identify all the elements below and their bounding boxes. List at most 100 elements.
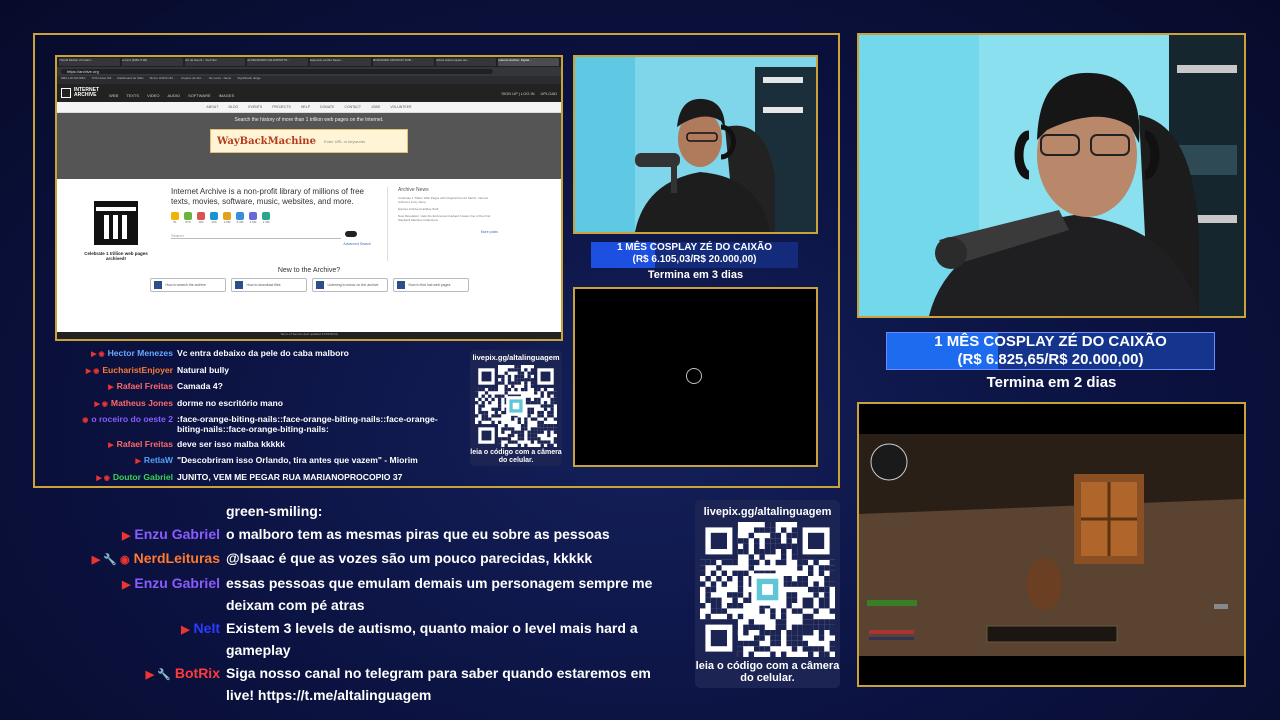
chat-username[interactable]: ▶ Enzu Gabriel xyxy=(0,572,226,617)
browser-tab[interactable]: ALTERNANDO DE ESPIRITO... xyxy=(247,58,308,66)
wayback-search-box[interactable]: WayBackMachine Enter URL or keywords xyxy=(210,129,408,153)
chat-username[interactable]: ▶ ◉ Hector Menezes xyxy=(40,348,177,360)
chat-username[interactable]: ▶ ◉ EucharistEnjoyer xyxy=(40,365,177,377)
ia-sub-donate[interactable]: DONATE xyxy=(320,105,334,109)
browser-tab[interactable]: Internet Archive: Digital... xyxy=(498,58,559,66)
bookmark-item[interactable]: TOS-Uniao Nili xyxy=(91,76,111,84)
chat-message-text: Existem 3 levels de autismo, quanto maio… xyxy=(226,619,638,659)
ia-nav-software[interactable]: SOFTWARE xyxy=(188,93,211,98)
ia-sub-about[interactable]: ABOUT xyxy=(206,105,218,109)
chat-username-text[interactable]: EucharistEnjoyer xyxy=(102,365,173,375)
chat-username-text[interactable]: Enzu Gabriel xyxy=(134,526,220,542)
chat-username[interactable]: ▶ 🔧 BotRix xyxy=(0,662,226,707)
ia-nav-images[interactable]: IMAGES xyxy=(219,93,235,98)
bookmark-item[interactable]: Dashboard de Stillo xyxy=(117,76,143,84)
chat-username[interactable]: ◉ o roceiro do oeste 2 xyxy=(40,414,177,434)
ia-sub-volunteer[interactable]: VOLUNTEER xyxy=(390,105,411,109)
media-type-icon[interactable]: 6.3M xyxy=(236,212,244,224)
chat-username[interactable]: ▶ Rafael Freitas xyxy=(40,381,177,393)
media-type-icon[interactable]: 184 xyxy=(197,212,205,224)
media-category-icon xyxy=(184,212,192,220)
help-card-label: How to search the archive xyxy=(165,283,206,287)
chat-message: ▶ ◉ Doutor Gabriel JUNITO, VEM ME PEGAR RU… xyxy=(40,472,460,484)
media-type-icon[interactable]: 4.9M xyxy=(249,212,257,224)
ia-logo[interactable]: INTERNET ARCHIVE xyxy=(61,88,99,98)
chat-username-text[interactable]: Enzu Gabriel xyxy=(134,575,220,591)
news-item[interactable]: Celebrate 1 Trillion Web Pages with Orig… xyxy=(398,196,498,204)
bookmark-item[interactable]: NBA-LDI-SO-NBA xyxy=(61,76,85,84)
ia-user-link[interactable]: UPLOAD xyxy=(541,91,557,96)
platform-badges-icon: ▶ ◉ xyxy=(96,474,110,482)
ia-nav-video[interactable]: VIDEO xyxy=(147,93,159,98)
chat-username[interactable]: ▶ RetlaW xyxy=(40,455,177,467)
chat-username-text[interactable]: Rafael Freitas xyxy=(117,439,173,449)
chat-username-text[interactable]: BotRix xyxy=(175,665,220,681)
browser-tab[interactable]: Robos artiscumpatu am... xyxy=(435,58,497,66)
empty-video-panel xyxy=(573,287,818,467)
goal-bar-large: 1 MÊS COSPLAY ZÉ DO CAIXÃO (R$ 6.825,65/… xyxy=(886,332,1215,370)
browser-tab[interactable]: Yhoshi Mother 2h Gabri... xyxy=(59,58,120,66)
help-card[interactable]: How to download files xyxy=(230,278,307,292)
ia-sub-contact[interactable]: CONTACT xyxy=(344,105,361,109)
ia-footer[interactable]: Terms of Service (last updated 12/31/201… xyxy=(57,332,561,339)
wayback-input[interactable]: Enter URL or keywords xyxy=(324,139,365,144)
ia-content: Celebrate 1 trillion web pages archived!… xyxy=(57,179,561,261)
webcam-small xyxy=(573,55,818,234)
ia-nav-texts[interactable]: TEXTS xyxy=(126,93,139,98)
chat-username-text[interactable]: Matheus Jones xyxy=(111,398,173,408)
ia-sub-blog[interactable]: BLOG xyxy=(228,105,238,109)
advanced-search-link[interactable]: Advanced Search xyxy=(171,242,371,246)
help-card-icon xyxy=(315,281,324,289)
chat-username-text[interactable]: Rafael Freitas xyxy=(117,381,173,391)
chat-username[interactable] xyxy=(0,500,226,523)
help-cards: How to search the archive How to download… xyxy=(57,278,561,292)
ia-sub-projects[interactable]: PROJECTS xyxy=(272,105,291,109)
browser-tab[interactable]: Mix de favorit - YouTube xyxy=(184,58,246,66)
browser-tab[interactable]: MIGRANDO ANUNCIO SUB... xyxy=(372,58,434,66)
chat-username[interactable]: ▶ 🔧 ◉ NerdLeituras xyxy=(0,547,226,572)
bookmark-item[interactable]: Arquivo de Stil... xyxy=(181,76,203,84)
media-type-icon[interactable]: 160 xyxy=(210,212,218,224)
media-type-icon[interactable]: 1.3M xyxy=(262,212,270,224)
help-card-icon xyxy=(153,281,162,289)
ia-search-input[interactable]: Search xyxy=(171,233,341,239)
chat-username[interactable]: ▶ NeIt xyxy=(0,617,226,662)
browser-tab[interactable]: Especulo ao Rio Sauer... xyxy=(310,58,371,66)
more-posts-link[interactable]: More posts xyxy=(398,230,498,234)
bookmark-item[interactable]: Simon LDIO2 Ulti... xyxy=(149,76,175,84)
chat-username-text[interactable]: o roceiro do oeste 2 xyxy=(91,414,173,424)
media-type-icon[interactable]: 1.6M xyxy=(223,212,231,224)
chat-username[interactable]: ▶ ◉ Matheus Jones xyxy=(40,398,177,410)
new-to-archive-heading: New to the Archive? xyxy=(277,267,341,274)
media-type-icon[interactable]: 879 xyxy=(184,212,192,224)
chat-username-text[interactable]: Hector Menezes xyxy=(108,348,173,358)
news-item[interactable]: New Revelation: Help the Endowment Helpe… xyxy=(398,214,498,222)
chat-username-text[interactable]: NeIt xyxy=(194,620,220,636)
chat-username-text[interactable]: NerdLeituras xyxy=(134,550,220,566)
ia-user-link[interactable]: SIGN UP | LOG IN xyxy=(501,91,534,96)
bookmark-item[interactable]: De Lucia - Saver xyxy=(209,76,231,84)
ia-search-go-button[interactable] xyxy=(345,231,358,237)
ia-sub-events[interactable]: EVENTS xyxy=(248,105,262,109)
webcam-large-image xyxy=(859,35,1244,316)
help-card[interactable]: Listening to music on the archive xyxy=(311,278,388,292)
chat-username-text[interactable]: Doutor Gabriel xyxy=(113,472,173,482)
chat-username-text[interactable]: RetlaW xyxy=(144,455,173,465)
ia-sub-jobs[interactable]: JOBS xyxy=(371,105,380,109)
ia-nav-web[interactable]: WEB xyxy=(109,93,118,98)
ia-logo-text: INTERNET ARCHIVE xyxy=(74,87,99,98)
ia-nav-audio[interactable]: AUDIO xyxy=(167,93,180,98)
news-item[interactable]: Explore Archived Holiday Stuff xyxy=(398,207,498,211)
media-type-icon[interactable]: 51 xyxy=(171,212,179,224)
help-card[interactable]: How to find lost web pages xyxy=(392,278,469,292)
bookmark-item[interactable]: Significado dolga... xyxy=(237,76,262,84)
help-card[interactable]: How to search the archive xyxy=(149,278,226,292)
platform-badges-icon: ▶ xyxy=(108,441,114,449)
platform-badges-icon: ▶ xyxy=(181,623,190,636)
chat-username[interactable]: ▶ Rafael Freitas xyxy=(40,439,177,451)
chat-username[interactable]: ▶ Enzu Gabriel xyxy=(0,523,226,548)
ia-sub-help[interactable]: HELP xyxy=(301,105,310,109)
browser-tab[interactable]: current [Diffie 5:00] xyxy=(121,58,183,66)
address-bar[interactable]: https://archive.org xyxy=(57,67,561,76)
chat-username[interactable]: ▶ ◉ Doutor Gabriel xyxy=(40,472,177,484)
